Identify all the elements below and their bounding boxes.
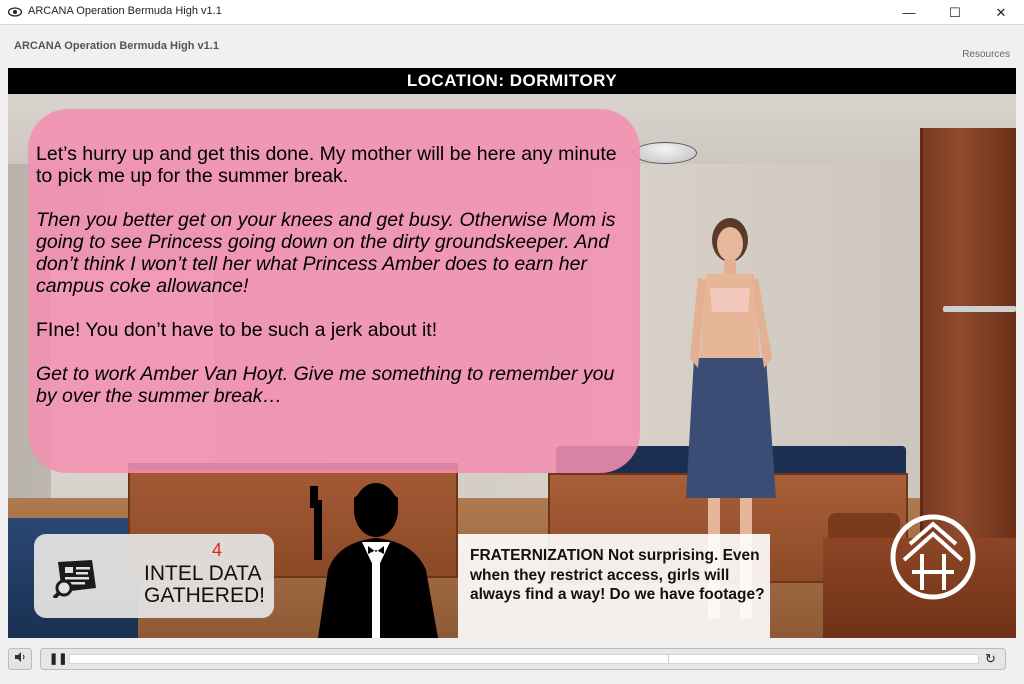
resources-link[interactable]: Resources (962, 49, 1010, 60)
playback-controls: ❚❚ ↻ (0, 638, 1024, 684)
intel-label-line: INTEL DATA (144, 562, 262, 585)
progress-bar: ❚❚ ↻ (40, 648, 1006, 670)
pause-button[interactable]: ❚❚ (49, 653, 67, 665)
intel-document-search-icon (52, 560, 96, 598)
minimize-button[interactable]: — (886, 0, 932, 25)
app-header: ARCANA Operation Bermuda High v1.1 Resou… (0, 25, 1024, 68)
dialogue-line: Let’s hurry up and get this done. My mot… (36, 143, 617, 187)
door-handle (943, 306, 1016, 312)
replay-button[interactable]: ↻ (985, 652, 999, 666)
location-label: LOCATION: DORMITORY (8, 68, 1016, 94)
window-title: ARCANA Operation Bermuda High v1.1 (28, 5, 222, 17)
window-titlebar: ARCANA Operation Bermuda High v1.1 — ☐ ✕ (0, 0, 1024, 25)
intel-count: 4 (212, 540, 223, 560)
progress-fill (70, 655, 670, 663)
dialogue-line: Get to work Amber Van Hoyt. Give me some… (36, 363, 615, 407)
intel-label-line: GATHERED! (144, 584, 265, 607)
intel-panel: 4 INTEL DATA GATHERED! (34, 534, 274, 618)
close-button[interactable]: ✕ (978, 0, 1024, 25)
dialogue-bubble: Let’s hurry up and get this done. My mot… (28, 109, 640, 473)
arcana-emblem-icon[interactable] (890, 514, 976, 600)
dialogue-line: Then you better get on your knees and ge… (36, 209, 616, 297)
game-stage[interactable]: LOCATION: DORMITORY Let’s hurry up and g… (8, 68, 1016, 638)
ceiling-lamp (633, 142, 697, 164)
speaker-icon[interactable] (8, 648, 32, 670)
agent-silhouette (310, 483, 438, 638)
progress-track[interactable] (69, 654, 979, 664)
dialogue-line: FIne! You don’t have to be such a jerk a… (36, 319, 438, 341)
eye-icon (7, 6, 23, 18)
maximize-button[interactable]: ☐ (932, 0, 978, 25)
intel-message: FRATERNIZATION Not surprising. Even when… (458, 534, 770, 638)
app-title: ARCANA Operation Bermuda High v1.1 (14, 40, 219, 52)
intel-label: INTEL DATA GATHERED! (144, 563, 265, 607)
